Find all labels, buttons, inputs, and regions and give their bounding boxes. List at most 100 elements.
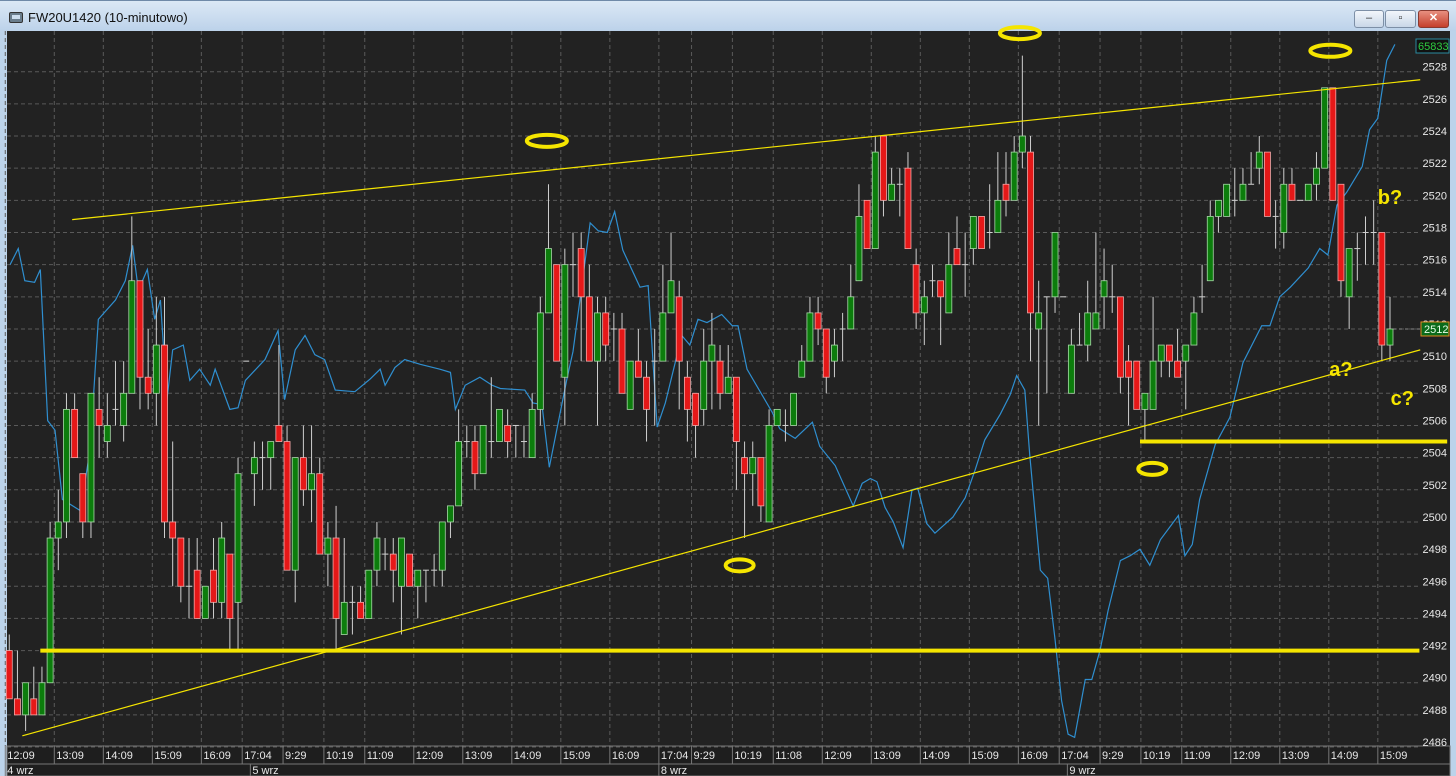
time-tick-label: 13:09: [1282, 750, 1310, 762]
candle-down: [226, 553, 234, 619]
candle-down: [577, 248, 585, 298]
time-tick-label: 12:09: [416, 750, 444, 762]
candle-down: [357, 601, 364, 619]
candle-up: [152, 344, 160, 394]
candle-down: [1125, 360, 1132, 378]
time-tick-label: 9:29: [694, 750, 715, 762]
candle-down: [953, 248, 961, 266]
indicator-value-badge: 65833: [1415, 38, 1450, 54]
candle-up: [496, 408, 503, 442]
candlestick-chart[interactable]: 2528 2526 2524 2522 2520 2518 2516 2514 2512 2510…: [0, 0, 1456, 776]
time-tick-label: 10:19: [1143, 750, 1171, 762]
time-tick-label: 9:29: [1102, 750, 1123, 762]
candle-up: [63, 408, 70, 523]
time-tick-label: 11:09: [1184, 750, 1211, 762]
candle-down: [937, 280, 945, 298]
candle-down: [757, 457, 765, 507]
candle-up: [1182, 344, 1190, 362]
candle-down: [1166, 344, 1173, 362]
candle-down: [1027, 151, 1034, 314]
time-tick-label: 15:09: [563, 750, 591, 762]
candle-up: [1149, 360, 1157, 410]
time-tick-label: 17:04: [1061, 750, 1089, 762]
candle-up: [1280, 183, 1288, 233]
price-tick-label: 2508: [1423, 383, 1447, 395]
time-tick-label: 12:09: [7, 750, 35, 762]
candle-up: [1092, 312, 1100, 330]
candle-up: [1018, 135, 1026, 153]
candle-up: [340, 601, 348, 635]
candle-down: [471, 441, 479, 475]
candle-up: [267, 441, 275, 459]
date-label: 9 wrz: [1069, 765, 1095, 776]
candle-down: [733, 376, 740, 442]
candle-up: [1141, 392, 1149, 410]
time-tick-label: 14:09: [922, 750, 950, 762]
price-tick-label: 2490: [1423, 673, 1447, 685]
candle-up: [871, 151, 879, 249]
time-tick-label: 14:09: [105, 750, 133, 762]
candle-down: [275, 425, 283, 442]
candle-down: [1116, 296, 1124, 378]
indicator-value: 65833: [1418, 41, 1449, 53]
candle-down: [1264, 151, 1271, 217]
candle-down: [406, 553, 414, 587]
candle-up: [626, 360, 634, 410]
candle-up: [847, 296, 855, 330]
candle-down: [316, 473, 324, 555]
candle-up: [545, 248, 552, 314]
candle-up: [1345, 248, 1353, 298]
price-tick-label: 2518: [1423, 223, 1447, 235]
time-tick-label: 17:04: [244, 750, 272, 762]
candle-up: [1084, 312, 1092, 346]
candle-up: [1223, 183, 1230, 217]
candle-down: [95, 408, 103, 426]
candle-down: [683, 376, 691, 410]
candle-up: [103, 425, 111, 442]
time-tick-label: 9:29: [285, 750, 306, 762]
time-tick-label: 17:04: [661, 750, 689, 762]
time-tick-label: 15:09: [154, 750, 182, 762]
candle-up: [855, 216, 863, 282]
candle-down: [136, 280, 144, 378]
price-tick-label: 2510: [1423, 351, 1447, 363]
candle-up: [831, 344, 838, 362]
candle-up: [87, 392, 95, 523]
candle-up: [1313, 167, 1320, 185]
candle-up: [447, 505, 454, 523]
time-tick-label: 12:09: [1233, 750, 1261, 762]
candle-up: [1190, 312, 1198, 346]
candle-up: [250, 457, 258, 475]
candle-up: [1321, 87, 1329, 169]
candle-down: [71, 408, 79, 459]
time-tick-label: 16:09: [1020, 750, 1048, 762]
price-tick-label: 2522: [1423, 158, 1447, 170]
candle-down: [741, 457, 748, 475]
candle-down: [177, 537, 185, 587]
candle-down: [553, 264, 561, 362]
candle-up: [398, 537, 405, 587]
candle-up: [201, 585, 209, 619]
candle-down: [1329, 87, 1337, 201]
price-tick-label: 2514: [1423, 287, 1447, 299]
candle-down: [14, 698, 21, 716]
candle-up: [455, 441, 463, 507]
date-label: 4 wrz: [7, 765, 33, 776]
candle-down: [675, 296, 683, 362]
time-tick-label: 16:09: [612, 750, 640, 762]
time-tick-label: 11:09: [367, 750, 394, 762]
time-tick-label: 11:08: [775, 750, 802, 762]
candle-down: [602, 312, 610, 346]
candle-down: [332, 537, 340, 619]
candle-down: [904, 167, 912, 249]
candle-down: [643, 376, 650, 410]
candle-up: [724, 376, 732, 394]
candle-up: [1304, 183, 1312, 201]
candle-down: [814, 312, 822, 330]
time-tick-label: 13:09: [873, 750, 901, 762]
time-tick-label: 13:09: [56, 750, 84, 762]
candle-up: [1067, 344, 1075, 394]
candle-up: [790, 392, 797, 426]
candle-down: [1378, 232, 1386, 346]
candle-up: [749, 457, 757, 475]
